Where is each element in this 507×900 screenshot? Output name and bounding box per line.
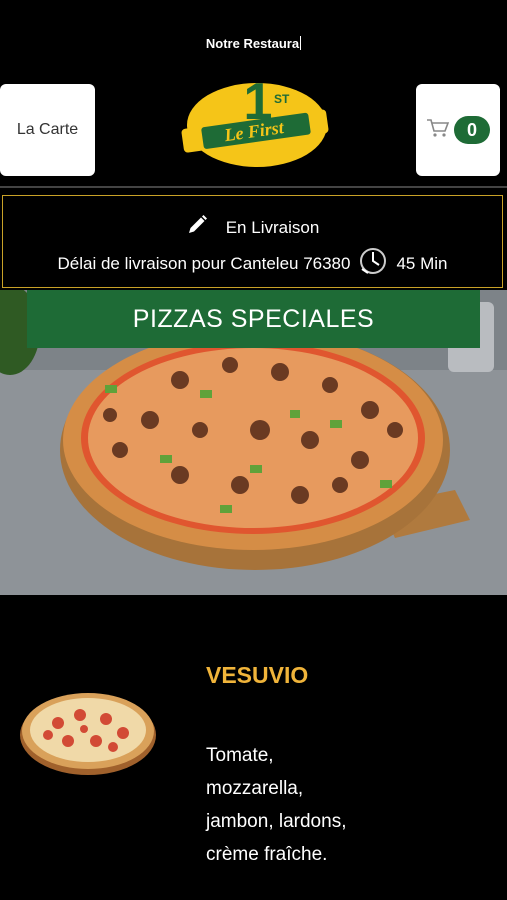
la-carte-button[interactable]: La Carte xyxy=(0,84,95,176)
delivery-time: 45 Min xyxy=(396,253,448,273)
product-item[interactable]: VESUVIO Tomate, mozzarella, jambon, lard… xyxy=(0,595,507,900)
delivery-delay-label: Délai de livraison pour Canteleu 76380 xyxy=(57,253,351,273)
delivery-info-box[interactable]: En Livraison Délai de livraison pour Can… xyxy=(2,195,503,288)
product-image[interactable] xyxy=(18,683,158,783)
restaurant-logo[interactable]: Le First 1 ST xyxy=(180,73,330,180)
delivery-mode: En Livraison xyxy=(225,217,320,237)
category-title: PIZZAS SPECIALES xyxy=(132,304,375,333)
product-name: VESUVIO xyxy=(206,662,309,688)
clock-icon xyxy=(358,246,388,281)
top-bar: Notre Restaura La Carte Le First 1 ST 0 xyxy=(0,0,507,185)
svg-text:1: 1 xyxy=(244,75,273,131)
header-divider xyxy=(0,186,507,188)
edit-pencil-icon[interactable] xyxy=(186,214,208,241)
cart-icon xyxy=(426,117,450,144)
product-description: Tomate, mozzarella, jambon, lardons, crè… xyxy=(206,745,347,865)
la-carte-label: La Carte xyxy=(16,121,79,138)
cart-button[interactable]: 0 xyxy=(416,84,500,176)
svg-text:ST: ST xyxy=(274,92,290,106)
marquee-text: Notre Restaura xyxy=(205,36,302,51)
category-title-banner: PIZZAS SPECIALES xyxy=(27,290,480,348)
cart-count-badge: 0 xyxy=(454,116,490,144)
